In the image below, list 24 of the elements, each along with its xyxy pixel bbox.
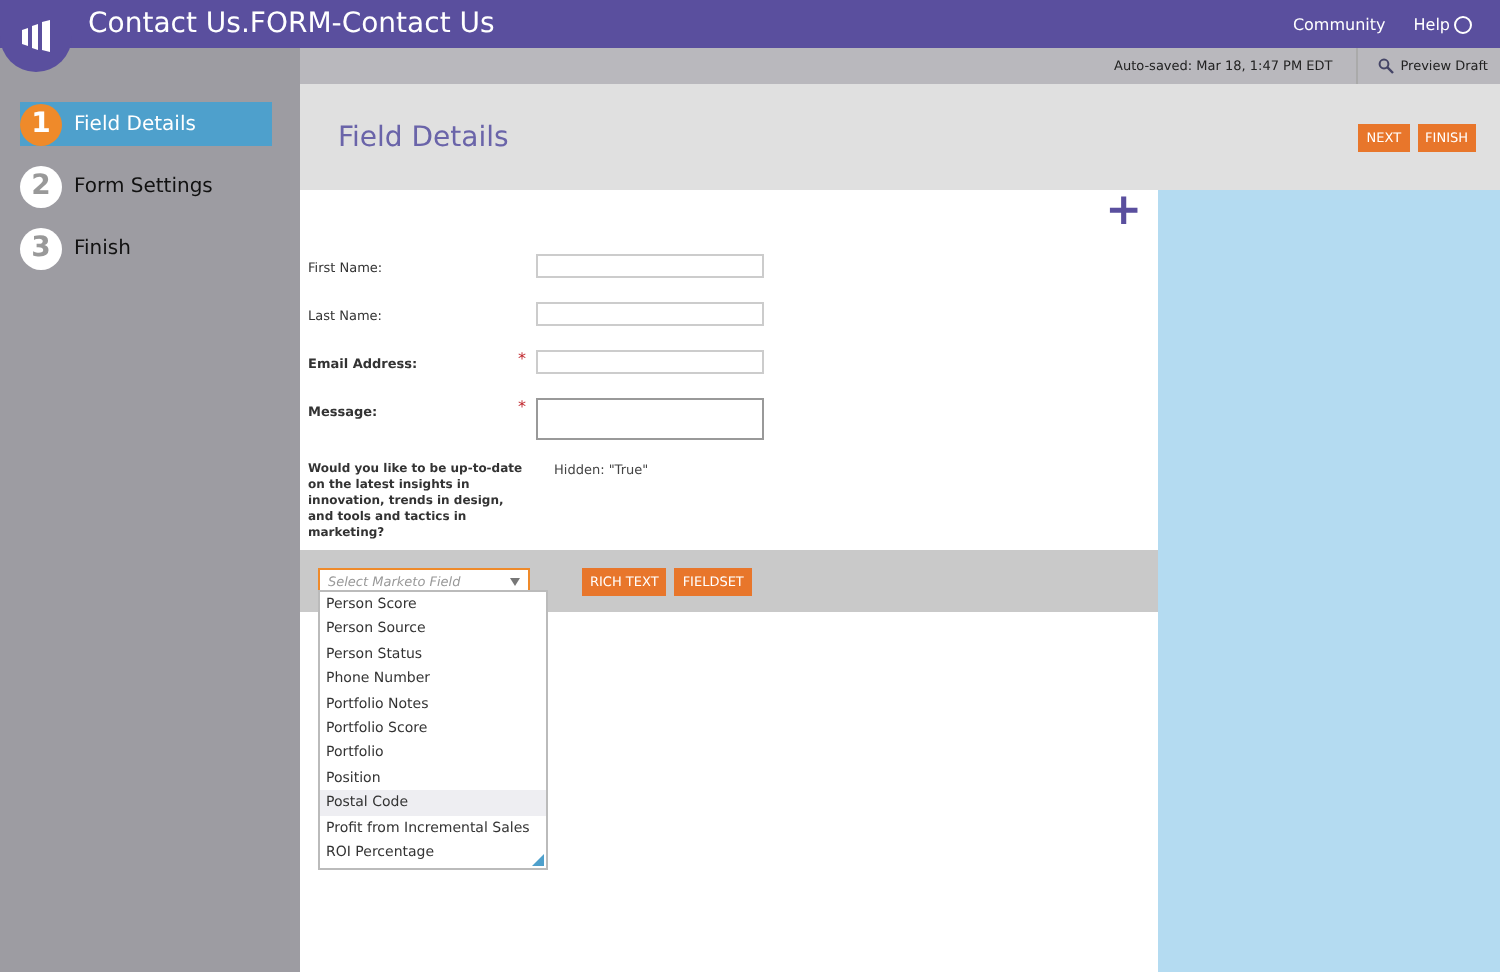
step-item[interactable]: 2 Form Settings (20, 164, 272, 208)
step-label: Form Settings (74, 175, 213, 197)
step-label: Finish (74, 237, 131, 259)
step-item[interactable]: 3 Finish (20, 226, 272, 270)
app-title: Contact Us.FORM-Contact Us (88, 8, 497, 40)
caret-icon (510, 577, 520, 586)
help-icon[interactable] (1454, 15, 1472, 33)
page-title: Field Details (338, 121, 511, 153)
search-icon (1378, 58, 1395, 74)
logo-icon (18, 18, 54, 54)
input-field[interactable] (536, 254, 764, 278)
resize-grip-icon[interactable] (532, 854, 544, 866)
input-field[interactable] (536, 350, 764, 374)
text-area[interactable] (536, 398, 764, 440)
required-mark: * (518, 398, 528, 416)
add-button[interactable]: + (300, 190, 1158, 234)
nav-link[interactable]: Community (1292, 15, 1386, 33)
step-number: 2 (20, 165, 62, 207)
nav-link[interactable]: Help (1413, 15, 1472, 33)
required-mark: * (518, 350, 528, 368)
step-label: Field Details (74, 113, 196, 135)
step-number: 1 (20, 103, 62, 145)
input-field[interactable] (536, 302, 764, 326)
step-number: 3 (20, 227, 62, 269)
